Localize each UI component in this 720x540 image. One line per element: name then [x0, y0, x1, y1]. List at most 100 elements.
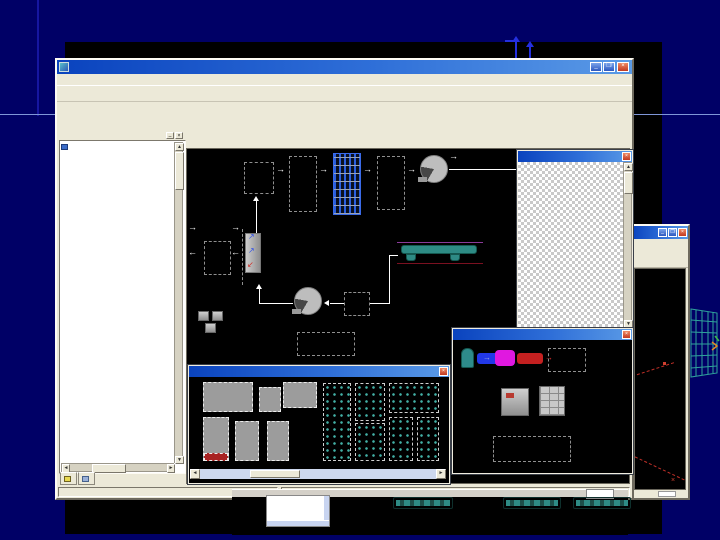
floorplan-zone[interactable]	[283, 382, 317, 408]
core-zone-listbox[interactable]	[266, 495, 330, 527]
selected-zone-highlight[interactable]	[204, 453, 228, 461]
system-meter-icon[interactable]	[212, 311, 223, 321]
economizer-return-line-v	[259, 289, 260, 303]
economizer-return-line-h	[259, 303, 293, 304]
floorplan-zone-hatched[interactable]	[355, 423, 385, 461]
zone-features-titlebar[interactable]: ×	[453, 329, 632, 340]
restore-button[interactable]: ❐	[668, 228, 677, 237]
scroll-right-arrow[interactable]: ►	[436, 469, 446, 479]
project-tree	[61, 142, 174, 462]
humidistat-line	[330, 303, 344, 304]
vav-terminal[interactable]	[450, 254, 460, 261]
return-fan-graphic[interactable]	[292, 287, 322, 315]
zone-terminal-graphic	[503, 497, 561, 509]
restore-button[interactable]: ❐	[603, 62, 615, 72]
heat-recovery-box[interactable]	[204, 241, 231, 275]
app-icon	[59, 62, 69, 72]
list-hscrollbar[interactable]	[267, 521, 329, 526]
vav-box-icon	[495, 350, 515, 366]
background-window-titlebar[interactable]: _ ❐ ×	[632, 226, 688, 239]
supply-fan-graphic[interactable]	[418, 155, 448, 183]
zone-locations-titlebar[interactable]: ×	[189, 366, 449, 377]
module-toolbar	[57, 101, 632, 131]
close-button[interactable]: ×	[622, 152, 631, 161]
component-tree-icon	[82, 475, 89, 482]
system-baseboards-box[interactable]	[297, 332, 355, 356]
standard-toolbar	[57, 85, 632, 101]
floorplan-zone-hatched[interactable]	[389, 417, 413, 461]
desktop: { "main_window": { "title": "Back-up of …	[0, 0, 720, 540]
zone-features-window: × → →	[452, 328, 633, 474]
heat-coil-box[interactable]	[377, 156, 405, 210]
economizer-graphic[interactable]: ↗ ↗ ↙	[245, 232, 261, 273]
flow-arrow: →	[319, 164, 328, 174]
tab-actions[interactable]	[60, 472, 77, 485]
system-meter-icon[interactable]	[205, 323, 216, 333]
exhaust-box[interactable]	[548, 348, 586, 372]
zone-locations-window: × ◄ ►	[188, 365, 450, 484]
background-drawing-window: _ ❐ × ×	[630, 224, 690, 500]
economizer-riser-line	[256, 201, 257, 233]
zone-assignments-titlebar[interactable]: ×	[518, 151, 632, 162]
flow-arrow: →	[276, 164, 285, 174]
zone-assignments-window: × ▲ ▼	[517, 150, 633, 330]
tab-component-tree[interactable]	[78, 472, 95, 485]
return-duct-line-h	[370, 303, 390, 304]
humidistat-box[interactable]	[344, 292, 370, 316]
no-heat-box[interactable]	[289, 156, 317, 212]
scroll-left-arrow[interactable]: ◄	[190, 469, 200, 479]
background-window-toolbar	[632, 239, 688, 268]
pane-close-icon[interactable]: ×	[175, 132, 183, 139]
close-button[interactable]: ×	[678, 228, 687, 237]
zone-terminal-graphic	[393, 497, 453, 509]
system-meter-icon[interactable]	[198, 311, 209, 321]
floorplan-zone-hatched[interactable]	[323, 383, 351, 461]
slide-accent-hline-left	[0, 114, 55, 115]
scroll-up-arrow[interactable]: ▲	[175, 143, 184, 151]
scroll-thumb[interactable]	[250, 470, 300, 478]
floorplan-zone-hatched[interactable]	[355, 383, 385, 421]
close-button[interactable]: ×	[622, 330, 631, 339]
floorplan-zone[interactable]	[235, 421, 259, 461]
floorplan-zone-hatched[interactable]	[417, 417, 439, 461]
return-duct-bar	[401, 245, 477, 254]
close-button[interactable]: ×	[439, 367, 448, 376]
scroll-down-arrow[interactable]: ▼	[175, 456, 184, 464]
vav-terminal[interactable]	[406, 254, 416, 261]
floorplan-zone[interactable]	[259, 387, 281, 412]
scroll-down-arrow[interactable]: ▼	[624, 320, 633, 328]
zone-baseboards-box[interactable]	[493, 436, 571, 462]
chilled-water-coil-graphic[interactable]	[333, 153, 361, 215]
thermostat-icon[interactable]	[501, 388, 529, 416]
floorplan-zone-hatched[interactable]	[389, 383, 439, 413]
scroll-thumb[interactable]	[175, 152, 184, 190]
za-vscrollbar[interactable]: ▲ ▼	[623, 162, 633, 329]
close-button[interactable]: ×	[617, 62, 629, 72]
floorplan-zone[interactable]	[203, 382, 253, 412]
diffuser-icon	[461, 348, 474, 368]
minimize-button[interactable]: _	[658, 228, 667, 237]
pane-minimize-icon[interactable]: _	[166, 132, 174, 139]
meters-icon[interactable]	[539, 386, 565, 416]
return-duct-line-v	[389, 255, 390, 303]
tree-vscrollbar[interactable]: ▲ ▼	[174, 142, 184, 464]
tree-root-item[interactable]	[61, 142, 174, 152]
floorplan-zone[interactable]	[267, 421, 289, 461]
list-vscrollbar[interactable]	[324, 496, 329, 520]
outside-air-arrow: →	[231, 222, 240, 232]
wireframe-box-graphic	[690, 308, 720, 378]
vertex-marker	[663, 362, 666, 365]
minimize-button[interactable]: _	[590, 62, 602, 72]
background-window-statusbar	[632, 490, 688, 498]
zl-hscrollbar[interactable]: ◄ ►	[190, 469, 446, 479]
main-titlebar[interactable]: _ ❐ ×	[57, 60, 632, 74]
background-drawing-canvas: ×	[634, 268, 686, 490]
tree-hscrollbar[interactable]: ◄ ►	[61, 463, 175, 473]
scroll-thumb[interactable]	[624, 172, 633, 194]
cold-flow-arrow: →	[483, 353, 491, 362]
scroll-up-arrow[interactable]: ▲	[624, 163, 633, 171]
zone-assignments-body: ▲ ▼	[518, 162, 633, 329]
evap-desic-box[interactable]	[244, 162, 274, 194]
background-bottom-window	[232, 489, 631, 535]
outside-air-arrow: →	[188, 222, 197, 232]
